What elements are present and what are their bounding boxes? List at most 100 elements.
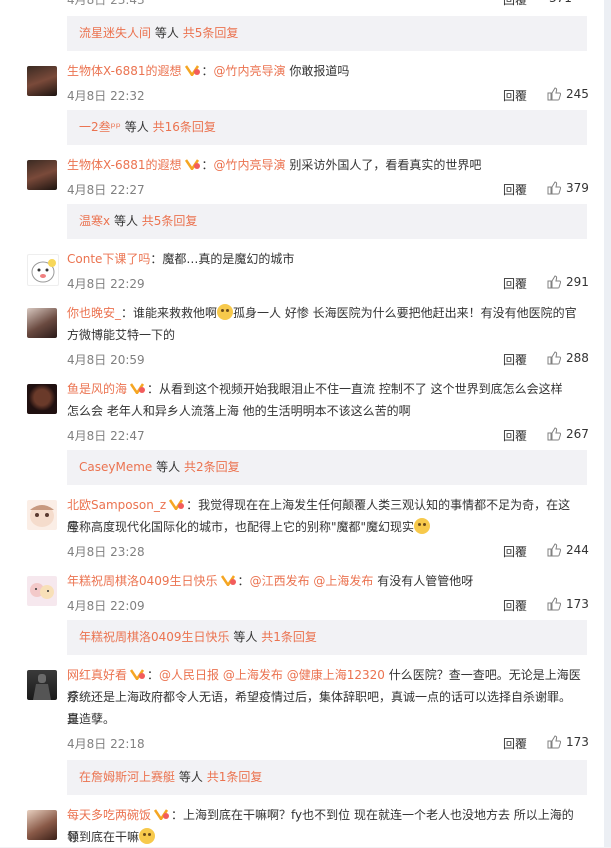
thread-user-link[interactable]: CaseyMeme <box>79 460 152 474</box>
avatar[interactable] <box>27 670 57 700</box>
thumbs-up-icon <box>547 427 562 441</box>
avatar[interactable] <box>27 810 57 840</box>
thumbs-up-icon <box>547 735 562 749</box>
comment-text: Conte下课了吗：魔都…真的是魔幻的城市 <box>67 252 295 266</box>
comment-username[interactable]: Conte下课了吗 <box>67 252 150 266</box>
comment-username[interactable]: 你也晚安_ <box>67 306 121 320</box>
avatar[interactable] <box>27 66 57 96</box>
reply-button[interactable]: 回覆 <box>503 275 527 292</box>
reply-button[interactable]: 回覆 <box>503 0 527 8</box>
reply-thread-summary[interactable]: 在詹姆斯河上赛艇 等人 共1条回复 <box>67 760 587 795</box>
comment-date: 4月8日 20:59 <box>67 353 145 367</box>
like-button[interactable]: 267 <box>547 427 589 441</box>
page-background-edge <box>604 0 611 847</box>
vip-badge-icon <box>184 65 200 76</box>
avatar-image <box>33 674 51 700</box>
thinking-emoji-icon <box>139 828 156 844</box>
mention-link[interactable]: @健康上海12320 <box>287 668 385 682</box>
mention-link[interactable]: @竹内亮导演 <box>214 158 286 172</box>
reply-button[interactable]: 回覆 <box>503 735 527 752</box>
reply-thread-summary[interactable]: 流星迷失人间 等人 共5条回复 <box>67 16 587 51</box>
comment-date: 4月8日 22:09 <box>67 599 145 613</box>
mention-link[interactable]: @上海发布 <box>223 668 283 682</box>
thread-count-link[interactable]: 共5条回复 <box>183 26 239 40</box>
thread-count-link[interactable]: 共1条回复 <box>261 630 317 644</box>
reply-thread-summary[interactable]: CaseyMeme 等人 共2条回复 <box>67 450 587 485</box>
mention-link[interactable]: @上海发布 <box>313 574 373 588</box>
comment-text: 生物体X-6881的遐想 ：@竹内亮导演 别采访外国人了，看看真实的世界吧 <box>67 158 482 172</box>
thread-user-link[interactable]: 流星迷失人间 <box>79 26 151 40</box>
mention-link[interactable]: @江西发布 <box>250 574 310 588</box>
comment-username[interactable]: 生物体X-6881的遐想 <box>67 158 182 172</box>
laughing-emoji-icon <box>414 518 431 534</box>
thumbs-up-icon <box>547 275 562 289</box>
reply-thread-summary[interactable]: 温寒x 等人 共5条回复 <box>67 204 587 239</box>
avatar-image <box>31 259 56 283</box>
comment-text: 年糕祝周棋洛0409生日快乐 ：@江西发布 @上海发布 有没有人管管他呀 <box>67 574 474 588</box>
comment-text-continued: 是造孽。 <box>67 712 116 726</box>
comment-date: 4月8日 23:43 <box>67 0 145 7</box>
thread-user-link[interactable]: 一2叁ᵖᵖ <box>79 120 121 134</box>
avatar[interactable] <box>27 308 57 338</box>
reply-button[interactable]: 回覆 <box>503 543 527 560</box>
avatar-image <box>30 505 54 527</box>
comment-text-continued: 导到底在干嘛 <box>67 826 582 848</box>
thread-count-link[interactable]: 共5条回复 <box>142 214 198 228</box>
mention-link[interactable]: @人民日报 <box>159 668 219 682</box>
thumbs-up-icon <box>547 87 562 101</box>
comment-date: 4月8日 22:18 <box>67 737 145 751</box>
avatar[interactable] <box>27 576 57 606</box>
vip-badge-icon <box>184 159 200 170</box>
comment-username[interactable]: 网红真好看 <box>67 668 127 682</box>
vip-badge-icon <box>129 669 146 680</box>
previous-comment-footer: 4月8日 23:43 回覆 371 <box>0 0 604 8</box>
comment-panel: 4月8日 23:43 回覆 371 流星迷失人间 等人 共5条回复 生物体X-6… <box>0 0 604 847</box>
comment-username[interactable]: 每天多吃两碗饭 <box>67 808 151 822</box>
like-button[interactable]: 288 <box>547 351 589 365</box>
thread-user-link[interactable]: 温寒x <box>79 214 110 228</box>
like-button[interactable]: 245 <box>547 87 589 101</box>
avatar[interactable] <box>27 160 57 190</box>
thread-count-link[interactable]: 共16条回复 <box>153 120 216 134</box>
comment-text-continued: 号称高度现代化国际化的城市，也配得上它的别称"魔都"魔幻现实 <box>67 516 582 538</box>
avatar[interactable] <box>27 500 57 530</box>
vip-badge-icon <box>220 575 236 586</box>
avatar[interactable] <box>27 254 59 286</box>
thread-user-link[interactable]: 在詹姆斯河上赛艇 <box>79 770 175 784</box>
avatar-image <box>30 583 54 599</box>
reply-thread-summary[interactable]: 年糕祝周棋洛0409生日快乐 等人 共1条回复 <box>67 620 587 655</box>
like-button[interactable]: 291 <box>547 275 589 289</box>
avatar[interactable] <box>27 384 57 414</box>
comment-text: 鱼是风的海 ：从看到这个视频开始我眼泪止不住一直流 控制不了 这个世界到底怎么会这… <box>67 382 563 396</box>
comment-username[interactable]: 年糕祝周棋洛0409生日快乐 <box>67 574 218 588</box>
comment-text-continued: 方微博能艾特一下的 <box>67 328 176 342</box>
reply-button[interactable]: 回覆 <box>503 351 527 368</box>
thumbs-up-icon <box>547 597 562 611</box>
mention-link[interactable]: @竹内亮导演 <box>214 64 286 78</box>
thumbs-up-icon <box>547 181 562 195</box>
comment-username[interactable]: 北欧Samposon_z <box>67 498 166 512</box>
thread-count-link[interactable]: 共1条回复 <box>207 770 263 784</box>
thread-user-link[interactable]: 年糕祝周棋洛0409生日快乐 <box>79 630 230 644</box>
thumbs-up-icon <box>547 543 562 557</box>
reply-button[interactable]: 回覆 <box>503 181 527 198</box>
vip-badge-icon <box>129 383 146 394</box>
comment-date: 4月8日 23:28 <box>67 545 145 559</box>
reply-button[interactable]: 回覆 <box>503 87 527 104</box>
reply-button[interactable]: 回覆 <box>503 427 527 444</box>
like-button[interactable]: 379 <box>547 181 589 195</box>
sad-face-emoji-icon <box>217 304 234 320</box>
like-button[interactable]: 173 <box>547 735 589 749</box>
comment-username[interactable]: 生物体X-6881的遐想 <box>67 64 182 78</box>
like-button[interactable]: 173 <box>547 597 589 611</box>
like-count[interactable]: 371 <box>549 0 572 5</box>
like-button[interactable]: 244 <box>547 543 589 557</box>
vip-badge-icon <box>153 809 170 820</box>
thread-count-link[interactable]: 共2条回复 <box>184 460 240 474</box>
comment-date: 4月8日 22:32 <box>67 89 145 103</box>
reply-button[interactable]: 回覆 <box>503 597 527 614</box>
comment-date: 4月8日 22:47 <box>67 429 145 443</box>
comment-date: 4月8日 22:27 <box>67 183 145 197</box>
reply-thread-summary[interactable]: 一2叁ᵖᵖ 等人 共16条回复 <box>67 110 587 145</box>
comment-username[interactable]: 鱼是风的海 <box>67 382 127 396</box>
